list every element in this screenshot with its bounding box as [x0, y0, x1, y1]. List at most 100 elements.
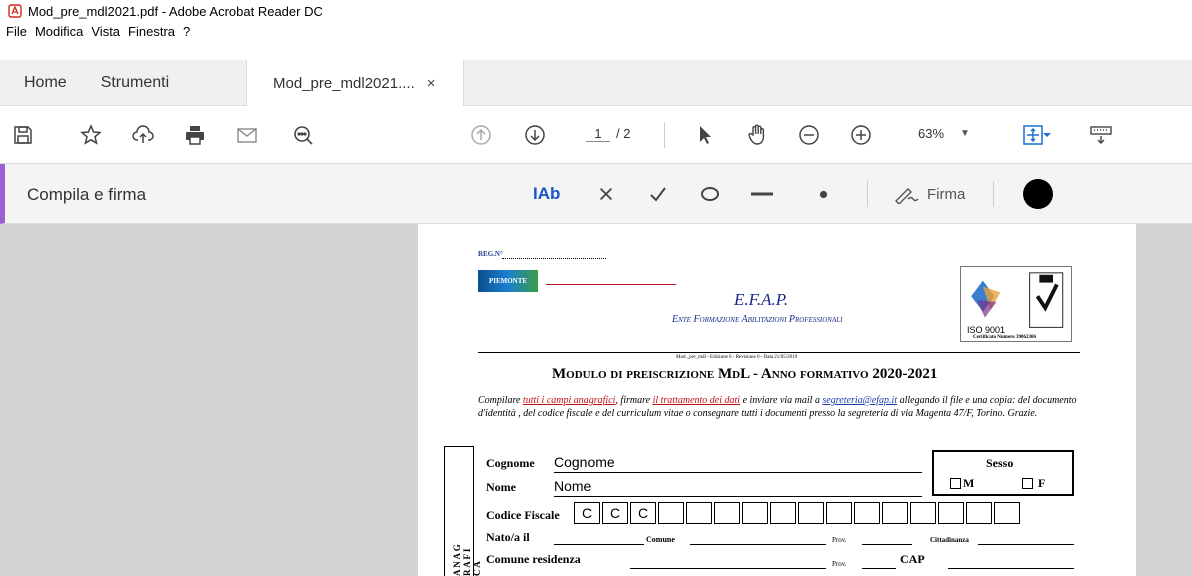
keyboard-icon[interactable]: [1088, 121, 1114, 149]
cf-cell[interactable]: [826, 502, 852, 524]
org-name: E.F.A.P.: [734, 290, 789, 309]
sesso-m-label: M: [963, 476, 975, 490]
cf-cell[interactable]: [854, 502, 880, 524]
chevron-down-icon: ▼: [960, 128, 970, 139]
cf-cell[interactable]: [910, 502, 936, 524]
comune-label: Comune: [646, 535, 675, 544]
tab-document[interactable]: Mod_pre_mdl2021.... ×: [246, 60, 464, 106]
prov2-line[interactable]: [862, 568, 896, 569]
piemonte-logo: PIEMONTE: [478, 270, 538, 292]
menu-modifica[interactable]: Modifica: [31, 24, 87, 39]
sesso-f-checkbox[interactable]: [1022, 478, 1033, 489]
cloud-upload-icon[interactable]: [130, 121, 156, 149]
add-text-tool[interactable]: IAb: [533, 181, 560, 207]
arrow-down-circle-icon[interactable]: [522, 121, 548, 149]
main-toolbar: 1 / 2 63% ▼: [0, 106, 1192, 164]
cf-label: Codice Fiscale: [486, 508, 560, 522]
sesso-f-label: F: [1038, 476, 1046, 490]
document-viewport[interactable]: REG.N° PIEMONTE E.F.A.P. Ente Formazione…: [0, 224, 1192, 576]
residenza-line[interactable]: [630, 568, 826, 569]
logo-line: [546, 284, 676, 285]
menu-help[interactable]: ?: [179, 24, 194, 39]
hand-icon[interactable]: [744, 121, 770, 149]
prov-label: Prov.: [832, 536, 847, 544]
cf-cell[interactable]: [938, 502, 964, 524]
arrow-up-circle-icon[interactable]: [468, 121, 494, 149]
page-number-input[interactable]: 1: [586, 126, 610, 142]
cf-cell[interactable]: [742, 502, 768, 524]
nome-label: Nome: [486, 480, 516, 494]
cognome-field[interactable]: Cognome: [554, 454, 615, 470]
zoom-dropdown[interactable]: 63% ▼: [918, 126, 970, 141]
zoom-value: 63%: [918, 126, 945, 141]
close-tab-icon[interactable]: ×: [427, 75, 436, 92]
cf-cell[interactable]: C: [602, 502, 628, 524]
line-icon[interactable]: [747, 181, 777, 207]
zoom-search-icon[interactable]: [290, 121, 316, 149]
tab-bar: Home Strumenti Mod_pre_mdl2021.... ×: [0, 60, 1192, 106]
cf-cell[interactable]: [994, 502, 1020, 524]
cf-cell[interactable]: C: [630, 502, 656, 524]
pointer-icon[interactable]: [692, 121, 718, 149]
menu-finestra[interactable]: Finestra: [124, 24, 179, 39]
page-total: / 2: [616, 126, 631, 141]
cittadinanza-line[interactable]: [978, 544, 1074, 545]
prov2-label: Prov.: [832, 560, 847, 568]
instructions: Compilare tutti i campi anagrafici, firm…: [478, 394, 1082, 420]
toolbar-divider: [664, 122, 665, 148]
instructions-text-3: e inviare via mail a: [740, 395, 823, 406]
cross-icon[interactable]: [593, 181, 619, 207]
circle-icon[interactable]: [697, 181, 723, 207]
tab-document-label: Mod_pre_mdl2021....: [273, 74, 415, 92]
cap-line[interactable]: [948, 568, 1074, 569]
email-link[interactable]: segreteria@efap.it: [822, 395, 897, 406]
cf-cell[interactable]: [770, 502, 796, 524]
cf-cell[interactable]: C: [574, 502, 600, 524]
instructions-emphasis-1: tutti i campi anagrafici: [522, 395, 616, 406]
residenza-label: Comune residenza: [486, 552, 581, 566]
color-picker-button[interactable]: [1023, 179, 1053, 209]
form-heading: Modulo di preiscrizione MdL - Anno forma…: [552, 366, 938, 382]
pen-sign-icon: [895, 188, 919, 204]
pdf-page: REG.N° PIEMONTE E.F.A.P. Ente Formazione…: [418, 224, 1136, 576]
cf-cell[interactable]: [882, 502, 908, 524]
cf-cell[interactable]: [966, 502, 992, 524]
revision-info: Mod._pre_mdl - Edizione 6 - Revisione 0 …: [676, 355, 798, 360]
menu-file[interactable]: File: [2, 24, 31, 39]
window-title-bar: Mod_pre_mdl2021.pdf - Adobe Acrobat Read…: [0, 0, 1192, 22]
fit-chevron-icon[interactable]: [1040, 121, 1054, 149]
nome-field[interactable]: Nome: [554, 478, 591, 494]
menu-vista[interactable]: Vista: [87, 24, 124, 39]
instructions-text-2: , firmare: [615, 395, 653, 406]
fill-sign-title: Compila e firma: [27, 185, 147, 204]
cf-cell[interactable]: [714, 502, 740, 524]
sesso-m-checkbox[interactable]: [950, 478, 961, 489]
cf-cell[interactable]: [798, 502, 824, 524]
sign-button[interactable]: Firma: [893, 181, 965, 207]
comune-line[interactable]: [690, 544, 826, 545]
fill-sign-bar: Compila e firma IAb Firma: [0, 164, 1192, 224]
zoom-out-icon[interactable]: [796, 121, 822, 149]
cf-cell[interactable]: [686, 502, 712, 524]
tab-tools[interactable]: Strumenti: [81, 60, 183, 105]
zoom-in-icon[interactable]: [848, 121, 874, 149]
nato-line[interactable]: [554, 544, 644, 545]
cittadinanza-label: Cittadinanza: [930, 536, 969, 544]
prov-line[interactable]: [862, 544, 912, 545]
tab-home[interactable]: Home: [0, 60, 81, 105]
dot-icon[interactable]: [813, 181, 833, 207]
nato-label: Nato/a il: [486, 530, 530, 544]
menu-bar: File Modifica Vista Finestra ?: [0, 22, 1192, 60]
checkmark-icon[interactable]: [645, 181, 671, 207]
instructions-emphasis-2: il trattamento dei dati: [652, 395, 741, 406]
side-label: A N A G R A F I C A: [452, 544, 482, 576]
star-icon[interactable]: [78, 121, 104, 149]
reg-line: [502, 258, 606, 259]
cert-number: Certificato Numero 39062306: [973, 335, 1036, 340]
sesso-label: Sesso: [986, 456, 1014, 470]
cf-cell[interactable]: [658, 502, 684, 524]
mail-icon[interactable]: [234, 121, 260, 149]
save-icon[interactable]: [10, 121, 36, 149]
left-gutter: [0, 224, 24, 576]
print-icon[interactable]: [182, 121, 208, 149]
